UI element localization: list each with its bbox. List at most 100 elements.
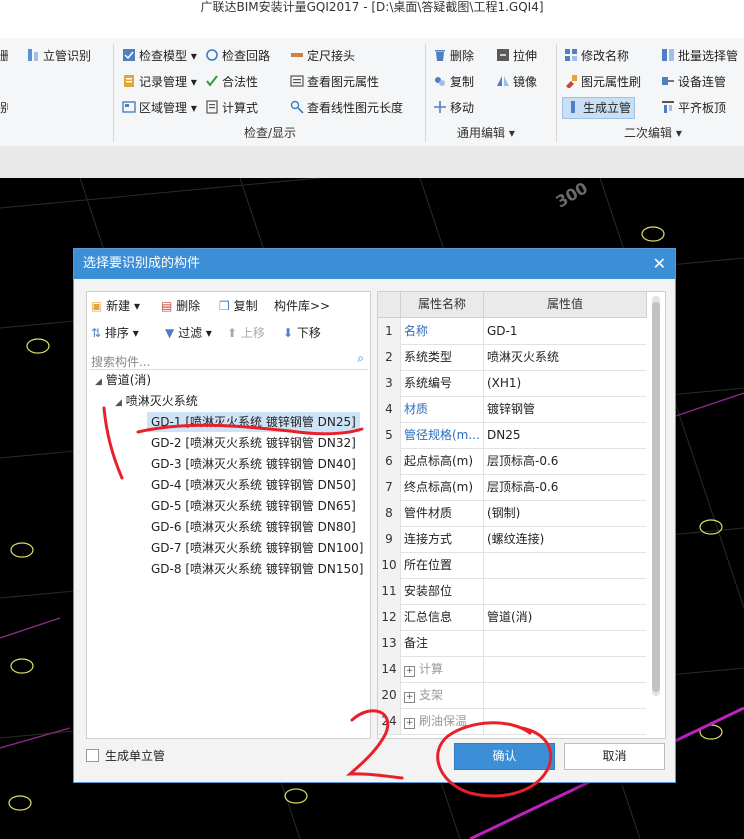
- scrollbar-thumb[interactable]: [652, 302, 660, 692]
- property-value[interactable]: 喷淋灭火系统: [484, 344, 647, 370]
- property-row[interactable]: 7 终点标高(m) 层顶标高-0.6: [378, 474, 646, 501]
- tree-item-gd5[interactable]: GD-5 [喷淋灭火系统 镀锌钢管 DN65]: [151, 496, 356, 516]
- property-row[interactable]: 6 起点标高(m) 层顶标高-0.6: [378, 448, 646, 475]
- fixed-joint-button[interactable]: 定尺接头: [290, 46, 355, 66]
- area-management-button[interactable]: 区域管理 ▾: [122, 98, 197, 118]
- generate-riser-button[interactable]: 生成立管: [562, 97, 636, 119]
- property-value[interactable]: GD-1: [484, 318, 647, 344]
- tree-node-pipe[interactable]: ◢ 管道(消): [95, 370, 151, 390]
- mirror-button[interactable]: 镜像: [496, 72, 537, 92]
- property-name-text: 管径规格(m...: [404, 428, 480, 442]
- single-riser-option[interactable]: 生成单立管: [86, 747, 165, 765]
- property-value[interactable]: 层顶标高-0.6: [484, 474, 647, 500]
- property-value[interactable]: (螺纹连接): [484, 526, 647, 552]
- search-icon[interactable]: ⌕: [357, 351, 364, 366]
- property-value[interactable]: DN25: [484, 422, 647, 448]
- copy-button[interactable]: 复制: [433, 72, 474, 92]
- property-row[interactable]: 1 名称 GD-1: [378, 318, 646, 345]
- secondary-group-label: 二次编辑 ▾: [624, 126, 682, 140]
- property-row-number: 2: [378, 344, 401, 370]
- search-input[interactable]: 搜索构件... ⌕: [89, 351, 368, 370]
- move-up-button[interactable]: ⬆ 上移: [227, 322, 265, 344]
- property-row[interactable]: 3 系统编号 (XH1): [378, 370, 646, 397]
- property-row[interactable]: 11 安装部位: [378, 578, 646, 605]
- property-value[interactable]: 镀锌钢管: [484, 396, 647, 422]
- new-component-button[interactable]: ▣ 新建 ▾: [91, 295, 140, 317]
- delete-component-button[interactable]: ▤ 删除: [161, 295, 200, 317]
- property-value[interactable]: 管道(消): [484, 604, 647, 630]
- close-icon[interactable]: ✕: [653, 249, 666, 279]
- confirm-button[interactable]: 确认: [454, 743, 555, 770]
- sort-button[interactable]: ⇅ 排序 ▾: [91, 322, 139, 344]
- check-model-button[interactable]: 检查模型 ▾: [122, 46, 197, 66]
- stretch-button[interactable]: 拉伸: [496, 46, 537, 66]
- move-down-button[interactable]: ⬇ 下移: [283, 322, 321, 344]
- batch-select-icon: [661, 48, 675, 62]
- copy-component-button[interactable]: ❐ 复制: [219, 295, 258, 317]
- tree-node-sprinkler-system[interactable]: ◢ 喷淋灭火系统: [115, 391, 198, 411]
- record-management-button[interactable]: 记录管理 ▾: [122, 72, 197, 92]
- view-element-properties-button[interactable]: 查看图元属性: [290, 72, 379, 92]
- tree-item-gd3[interactable]: GD-3 [喷淋灭火系统 镀锌钢管 DN40]: [151, 454, 356, 474]
- new-icon: ▣: [91, 299, 103, 313]
- ribbon-partial-button[interactable]: 删: [0, 46, 8, 66]
- expand-plus-icon[interactable]: +: [404, 666, 415, 677]
- property-row[interactable]: 4 材质 镀锌钢管: [378, 396, 646, 423]
- property-row-number: 11: [378, 578, 401, 604]
- formula-button[interactable]: 计算式: [205, 98, 258, 118]
- tree-item-gd1[interactable]: GD-1 [喷淋灭火系统 镀锌钢管 DN25]: [147, 412, 360, 432]
- property-row[interactable]: 8 管件材质 (钢制): [378, 500, 646, 527]
- property-row[interactable]: 14 + 计算: [378, 656, 646, 683]
- delete-button[interactable]: 删除: [433, 46, 474, 66]
- ribbon-separator: [425, 44, 426, 142]
- expand-plus-icon[interactable]: +: [404, 692, 415, 703]
- tree-item-gd2[interactable]: GD-2 [喷淋灭火系统 镀锌钢管 DN32]: [151, 433, 356, 453]
- property-row[interactable]: 20 + 支架: [378, 682, 646, 709]
- property-value[interactable]: [484, 552, 647, 578]
- single-riser-checkbox[interactable]: [86, 749, 99, 762]
- equipment-connect-button[interactable]: 设备连管: [661, 72, 726, 92]
- properties-scrollbar[interactable]: [652, 296, 660, 696]
- validity-button[interactable]: 合法性: [205, 72, 258, 92]
- collapse-arrow-icon[interactable]: ◢: [95, 377, 102, 387]
- property-brush-button[interactable]: 图元属性刷: [564, 72, 641, 92]
- move-button[interactable]: 移动: [433, 98, 474, 118]
- property-value[interactable]: (XH1): [484, 370, 647, 396]
- rename-button[interactable]: 修改名称: [564, 46, 629, 66]
- cancel-button[interactable]: 取消: [564, 743, 665, 770]
- property-value[interactable]: [484, 682, 647, 708]
- property-value[interactable]: [484, 708, 647, 734]
- property-row[interactable]: 5 管径规格(m... DN25: [378, 422, 646, 449]
- property-value[interactable]: 层顶标高-0.6: [484, 448, 647, 474]
- filter-button[interactable]: ▼ 过滤 ▾: [165, 322, 212, 344]
- align-slab-top-button[interactable]: 平齐板顶: [661, 98, 726, 118]
- property-value[interactable]: [484, 630, 647, 656]
- tree-item-gd8[interactable]: GD-8 [喷淋灭火系统 镀锌钢管 DN150]: [151, 559, 363, 579]
- collapse-arrow-icon[interactable]: ◢: [115, 398, 122, 408]
- property-row[interactable]: 12 汇总信息 管道(消): [378, 604, 646, 631]
- expand-plus-icon[interactable]: +: [404, 718, 415, 729]
- property-value[interactable]: [484, 578, 647, 604]
- property-row[interactable]: 24 + 刷油保温: [378, 708, 646, 735]
- tree-item-gd4[interactable]: GD-4 [喷淋灭火系统 镀锌钢管 DN50]: [151, 475, 356, 495]
- property-value[interactable]: (钢制): [484, 500, 647, 526]
- check-loop-button[interactable]: 检查回路: [205, 46, 270, 66]
- property-row[interactable]: 2 系统类型 喷淋灭火系统: [378, 344, 646, 371]
- batch-select-pipe-button[interactable]: 批量选择管: [661, 46, 738, 66]
- checkmark-icon: [205, 74, 219, 88]
- riser-recognition-button[interactable]: 立管识别: [26, 46, 91, 66]
- align-icon: [661, 100, 675, 114]
- window-title-bar: 广联达BIM安装计量GQI2017 - [D:\桌面\答疑截图\工程1.GQI4…: [0, 0, 744, 38]
- ribbon-partial-button-2[interactable]: 别: [0, 98, 8, 118]
- component-library-button[interactable]: 构件库>>: [274, 295, 330, 317]
- property-value[interactable]: [484, 656, 647, 682]
- property-row[interactable]: 13 备注: [378, 630, 646, 657]
- single-riser-label: 生成单立管: [105, 749, 166, 763]
- window-title: 广联达BIM安装计量GQI2017 - [D:\桌面\答疑截图\工程1.GQI4…: [200, 0, 544, 14]
- tree-item-gd7[interactable]: GD-7 [喷淋灭火系统 镀锌钢管 DN100]: [151, 538, 363, 558]
- property-row[interactable]: 10 所在位置: [378, 552, 646, 579]
- tree-item-gd6[interactable]: GD-6 [喷淋灭火系统 镀锌钢管 DN80]: [151, 517, 356, 537]
- property-name: 备注: [401, 630, 484, 656]
- view-linear-length-button[interactable]: 查看线性图元长度: [290, 98, 403, 118]
- property-row[interactable]: 9 连接方式 (螺纹连接): [378, 526, 646, 553]
